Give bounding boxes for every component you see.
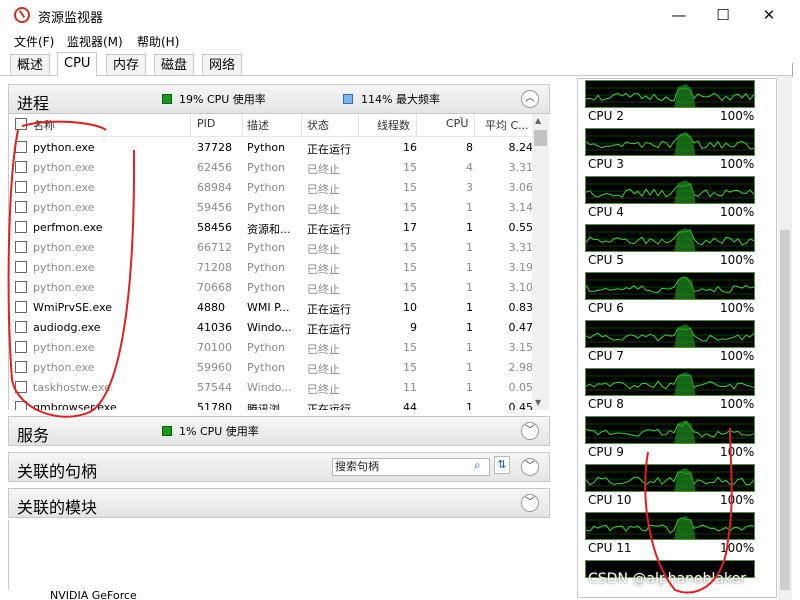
annotation-underline (644, 427, 733, 594)
red-annotation-overlay (7, 120, 733, 594)
annotation-circle (7, 120, 136, 418)
